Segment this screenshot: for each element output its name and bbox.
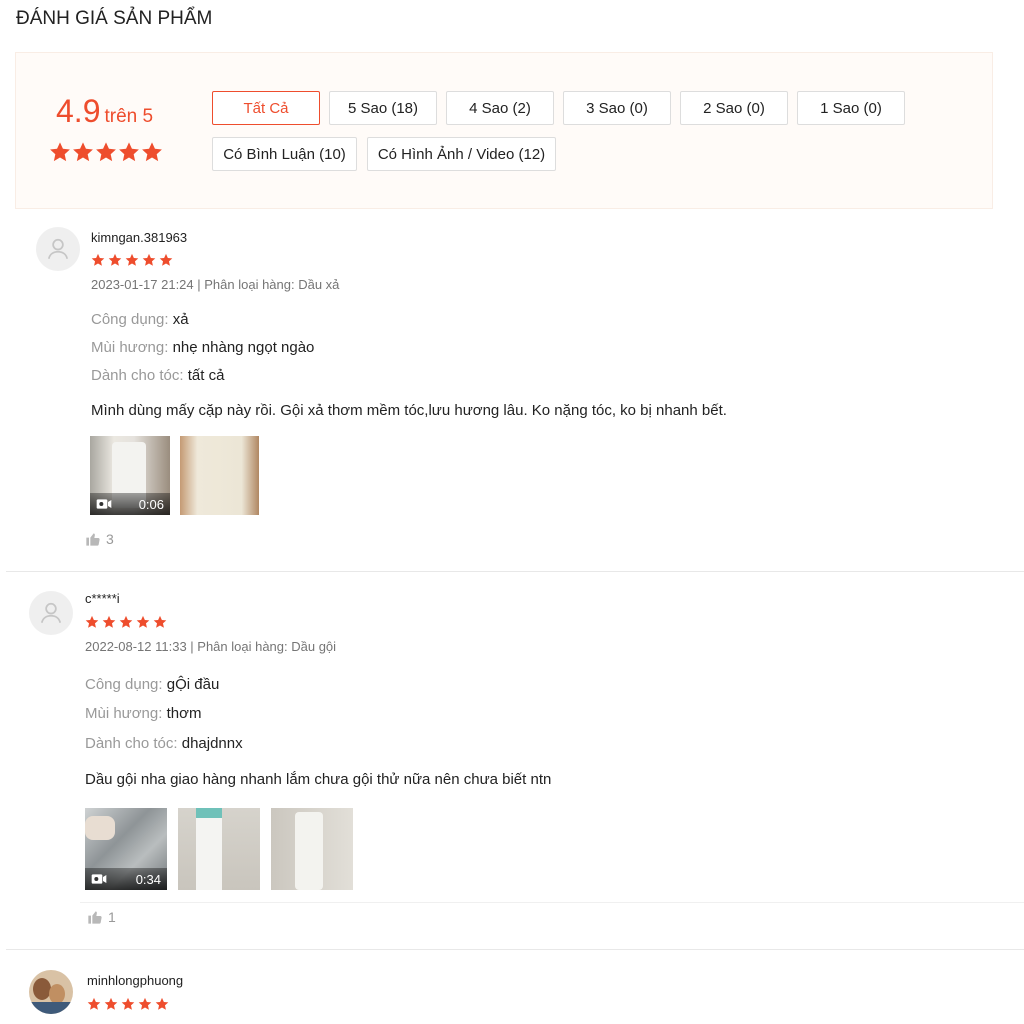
child-photo	[49, 984, 65, 1004]
star-icon	[119, 615, 133, 629]
star-icon	[85, 615, 99, 629]
star-icon	[118, 141, 140, 163]
attribute-usage: Công dụng: xả	[91, 311, 189, 328]
video-camera-icon	[91, 873, 107, 885]
attribute-value: nhẹ nhàng ngọt ngào	[172, 339, 315, 356]
thumbs-up-icon	[85, 531, 101, 547]
attribute-label: Công dụng:	[85, 676, 163, 693]
review-divider	[6, 949, 1024, 950]
attribute-label: Mùi hương:	[85, 705, 163, 722]
filter-2-star-button[interactable]: 2 Sao (0)	[680, 91, 788, 125]
filter-1-star-button[interactable]: 1 Sao (0)	[797, 91, 905, 125]
review-divider	[6, 571, 1024, 572]
filter-4-star-button[interactable]: 4 Sao (2)	[446, 91, 554, 125]
shirt-photo	[29, 1002, 73, 1014]
filter-3-star-button[interactable]: 3 Sao (0)	[563, 91, 671, 125]
star-icon	[95, 141, 117, 163]
review-comment: Mình dùng mấy cặp này rồi. Gội xả thơm m…	[91, 402, 727, 419]
star-icon	[159, 253, 173, 267]
attribute-label: Dành cho tóc:	[85, 735, 178, 752]
review-image-thumbnail[interactable]	[271, 808, 353, 890]
review-stars	[87, 997, 169, 1011]
thumbs-up-icon	[87, 909, 103, 925]
star-icon	[104, 997, 118, 1011]
reviewer-name: minhlongphuong	[87, 973, 184, 988]
attribute-scent: Mùi hương: nhẹ nhàng ngọt ngào	[91, 339, 314, 356]
filter-with-media-button[interactable]: Có Hình Ảnh / Video (12)	[367, 137, 556, 171]
star-icon	[141, 141, 163, 163]
product-bottle-image	[295, 812, 323, 890]
review-video-thumbnail[interactable]: 0:34	[85, 808, 167, 890]
star-icon	[121, 997, 135, 1011]
user-placeholder-icon	[45, 236, 71, 262]
attribute-label: Công dụng:	[91, 311, 169, 328]
filter-with-comment-button[interactable]: Có Bình Luận (10)	[212, 137, 357, 171]
attribute-label: Mùi hương:	[91, 339, 169, 356]
average-rating: 4.9 trên 5	[56, 93, 153, 130]
reviewer-name: kimngan.381963	[91, 230, 188, 245]
attribute-value: thơm	[166, 705, 202, 722]
video-overlay: 0:06	[90, 493, 170, 515]
star-icon	[138, 997, 152, 1011]
review-stars	[91, 253, 173, 267]
section-title: ĐÁNH GIÁ SẢN PHẨM	[16, 8, 213, 29]
attribute-scent: Mùi hương: thơm	[85, 705, 201, 722]
review-image-thumbnail[interactable]	[180, 436, 259, 515]
like-count: 1	[108, 909, 116, 925]
like-count: 3	[106, 531, 114, 547]
star-icon	[72, 141, 94, 163]
filter-5-star-button[interactable]: 5 Sao (18)	[329, 91, 437, 125]
video-camera-icon	[96, 498, 112, 510]
star-icon	[142, 253, 156, 267]
video-overlay: 0:34	[85, 868, 167, 890]
attribute-label: Dành cho tóc:	[91, 367, 184, 384]
attribute-value: xả	[172, 311, 189, 328]
rating-value: 4.9	[56, 93, 101, 129]
user-placeholder-icon	[38, 600, 64, 626]
product-bottle-image	[196, 808, 222, 890]
star-icon	[91, 253, 105, 267]
attribute-value: tất cả	[187, 367, 225, 384]
avatar[interactable]	[29, 591, 73, 635]
likes-separator	[80, 902, 1024, 903]
avatar[interactable]	[29, 970, 73, 1014]
star-icon	[125, 253, 139, 267]
attribute-value: gỘi đầu	[166, 676, 220, 693]
star-icon	[153, 615, 167, 629]
attribute-hair-type: Dành cho tóc: tất cả	[91, 367, 224, 384]
filter-all-button[interactable]: Tất Cả	[212, 91, 320, 125]
attribute-value: dhajdnnx	[181, 735, 243, 752]
attribute-hair-type: Dành cho tóc: dhajdnnx	[85, 735, 243, 752]
rating-suffix: trên 5	[104, 106, 154, 127]
avatar[interactable]	[36, 227, 80, 271]
star-icon	[108, 253, 122, 267]
like-button[interactable]: 1	[87, 909, 116, 925]
star-icon	[136, 615, 150, 629]
average-stars	[49, 141, 163, 163]
like-button[interactable]: 3	[85, 531, 114, 547]
review-video-thumbnail[interactable]: 0:06	[90, 436, 170, 515]
star-icon	[49, 141, 71, 163]
review-meta: 2023-01-17 21:24 | Phân loại hàng: Dầu x…	[91, 277, 340, 292]
reviewer-name: c*****i	[85, 591, 120, 606]
review-comment: Dầu gội nha giao hàng nhanh lắm chưa gội…	[85, 771, 552, 788]
review-meta: 2022-08-12 11:33 | Phân loại hàng: Dầu g…	[85, 639, 337, 654]
star-icon	[102, 615, 116, 629]
star-icon	[155, 997, 169, 1011]
star-icon	[87, 997, 101, 1011]
video-duration: 0:34	[135, 871, 161, 887]
hand-image	[85, 816, 115, 840]
attribute-usage: Công dụng: gỘi đầu	[85, 676, 219, 693]
rating-summary-panel: 4.9 trên 5 Tất Cả 5 Sao (18) 4 Sao (2) 3 …	[15, 52, 993, 209]
video-duration: 0:06	[138, 496, 164, 512]
review-image-thumbnail[interactable]	[178, 808, 260, 890]
review-stars	[85, 615, 167, 629]
